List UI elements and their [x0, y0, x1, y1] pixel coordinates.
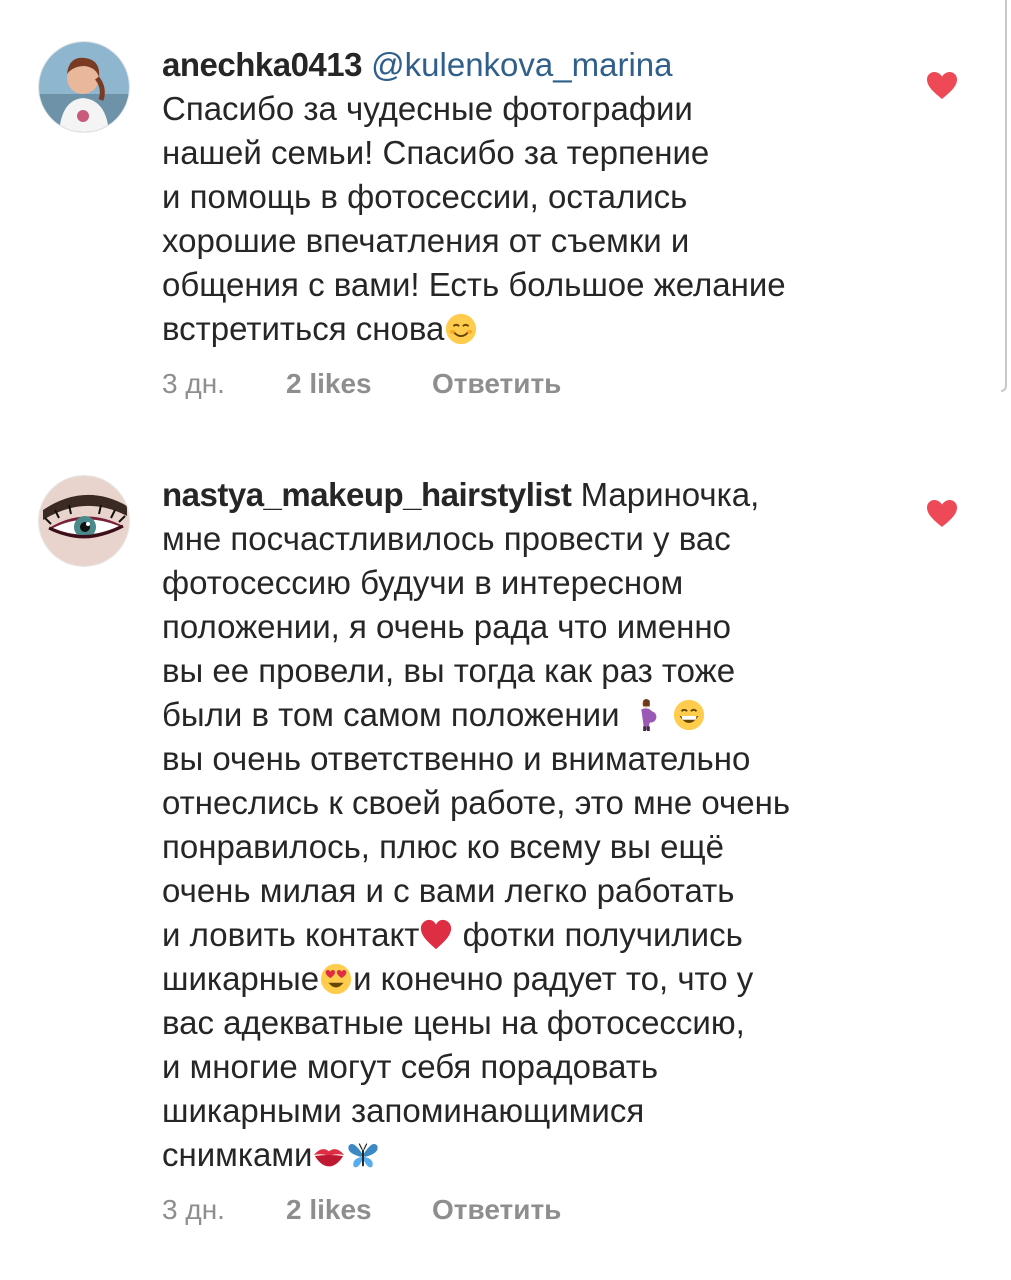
reply-button[interactable]: Ответить — [432, 368, 561, 400]
comment-mention[interactable]: @kulenkova_marina — [371, 46, 672, 83]
woman-portrait-avatar[interactable] — [38, 41, 130, 133]
comment-body: anechka0413 @kulenkova_marina Спасибо за… — [162, 43, 902, 351]
comment-meta: 3 дн. 2 likes Ответить — [162, 1194, 561, 1226]
comment-text-line: Спасибо за чудесные фотографии — [162, 90, 693, 127]
comment-text-line: общения с вами! Есть большое желание — [162, 266, 786, 303]
comment-username[interactable]: nastya_makeup_hairstylist — [162, 476, 572, 513]
comment-text-line: фотосессию будучи в интересном — [162, 564, 684, 601]
comment-text-line: были в том самом положении — [162, 696, 620, 733]
comment-text-line: мне посчастливилось провести у вас — [162, 520, 731, 557]
kiss-mark-emoji — [314, 1149, 345, 1167]
comment-text-line: снимками — [162, 1136, 313, 1173]
comment-text-line: отнеслись к своей работе, это мне очень — [162, 784, 791, 821]
comment-username[interactable]: anechka0413 — [162, 46, 363, 83]
comment-text-line: шикарными запоминающимися — [162, 1092, 645, 1129]
comment-text-line: вы очень ответственно и внимательно — [162, 740, 751, 777]
grinning-face-emoji — [673, 699, 704, 731]
comment-time: 3 дн. — [162, 368, 225, 399]
comment-body: nastya_makeup_hairstylist Мариночка, мне… — [162, 473, 902, 1177]
heart-eyes-emoji — [320, 963, 352, 995]
comment-time: 3 дн. — [162, 1194, 225, 1225]
comment-text-line: и конечно радует то, что у — [353, 960, 754, 997]
comment-text-line: вы ее провели, вы тогда как раз тоже — [162, 652, 736, 689]
likes-count-button[interactable]: 2 likes — [286, 1194, 432, 1226]
comment-text-line: фотки получились — [462, 916, 743, 953]
likes-count-button[interactable]: 2 likes — [286, 368, 432, 400]
comment-text-line: нашей семьи! Спасибо за терпение — [162, 134, 710, 171]
reply-button[interactable]: Ответить — [432, 1194, 561, 1226]
red-heart-emoji — [421, 919, 452, 950]
heart-icon[interactable] — [925, 498, 959, 528]
comment-text-line: положении, я очень рада что именно — [162, 608, 731, 645]
comment-text-line: очень милая и с вами легко работать — [162, 872, 735, 909]
comment-text-line: понравилось, плюс ко всему вы ещё — [162, 828, 725, 865]
comment-text-line: Мариночка, — [580, 476, 760, 513]
comment-text-line: и ловить контакт — [162, 916, 420, 953]
comments-page: anechka0413 @kulenkova_marina Спасибо за… — [0, 0, 1011, 1280]
pregnant-woman-emoji — [640, 698, 657, 732]
heart-icon[interactable] — [925, 70, 959, 100]
comment-text-line: и многие могут себя порадовать — [162, 1048, 659, 1085]
scrollbar[interactable] — [1001, 0, 1007, 392]
butterfly-emoji — [348, 1143, 379, 1168]
eye-makeup-avatar[interactable] — [38, 475, 130, 567]
comment-meta: 3 дн. 2 likes Ответить — [162, 368, 561, 400]
comment-text-line: встретиться снова — [162, 310, 445, 347]
comment-text-line: и помощь в фотосессии, остались — [162, 178, 688, 215]
comment-text-line: хорошие впечатления от съемки и — [162, 222, 690, 259]
comment-text-line: шикарные — [162, 960, 320, 997]
comment-text-line: вас адекватные цены на фотосессию, — [162, 1004, 745, 1041]
smiling-face-emoji — [446, 313, 477, 345]
